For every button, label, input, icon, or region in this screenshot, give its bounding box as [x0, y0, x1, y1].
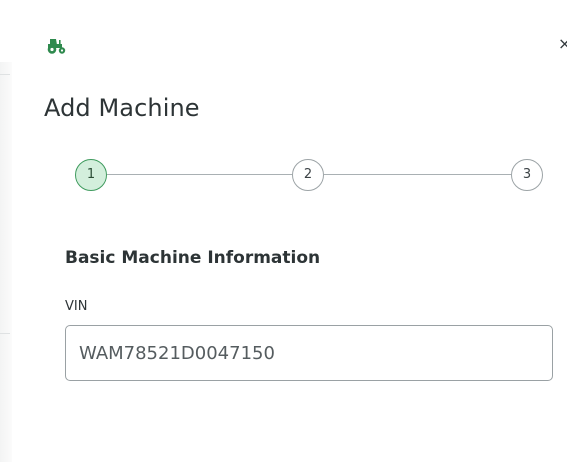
vin-label: VIN: [65, 299, 88, 314]
panel-header: ×: [0, 0, 567, 90]
stepper-connector: [107, 174, 292, 175]
tractor-icon: [44, 37, 70, 55]
section-title: Basic Machine Information: [65, 248, 321, 268]
close-icon[interactable]: ×: [558, 34, 567, 54]
add-machine-panel: × Add Machine 1 2 3 Basic Machine Inform…: [0, 0, 567, 465]
stepper: 1 2 3: [75, 159, 543, 191]
step-1[interactable]: 1: [75, 159, 107, 191]
vin-input[interactable]: [65, 325, 553, 381]
stepper-connector: [324, 174, 511, 175]
step-2[interactable]: 2: [292, 159, 324, 191]
page-title: Add Machine: [44, 94, 200, 122]
background-divider: [0, 333, 10, 334]
step-3[interactable]: 3: [511, 159, 543, 191]
background-edge: [0, 62, 12, 462]
